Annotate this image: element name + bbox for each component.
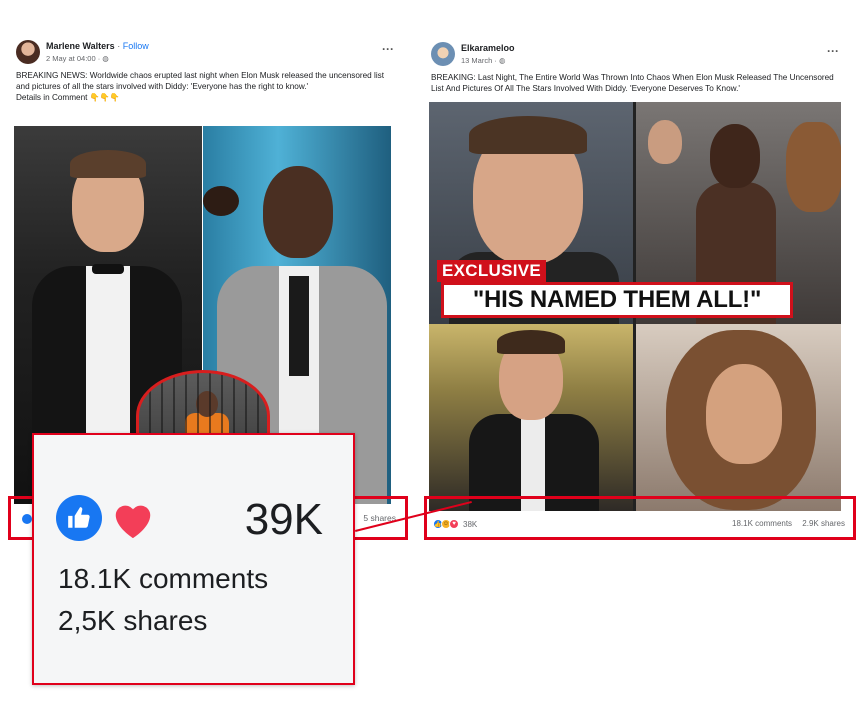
comments-count: 18.1K comments — [58, 563, 269, 594]
details-text: Details in Comment — [16, 93, 88, 102]
photo-woman-crying — [636, 324, 841, 511]
timestamp-text[interactable]: 13 March · — [461, 56, 497, 65]
post-timestamp: 2 May at 04:00 · ◍ — [46, 54, 109, 63]
author-name[interactable]: Elkarameloo — [461, 43, 515, 53]
shares-count: 2,5K shares — [58, 605, 208, 636]
love-reaction-icon — [110, 497, 156, 541]
timestamp-text[interactable]: 2 May at 04:00 · — [46, 54, 100, 63]
follow-link[interactable]: Follow — [123, 41, 149, 51]
like-reaction-icon — [56, 495, 102, 541]
avatar[interactable] — [16, 40, 40, 64]
post-text-main: BREAKING NEWS: Worldwide chaos erupted l… — [16, 71, 385, 91]
author-line: Marlene Walters · Follow — [46, 41, 149, 51]
separator: · — [117, 41, 121, 51]
exclusive-label: EXCLUSIVE — [437, 260, 547, 282]
screenshot-comparison: Marlene Walters · Follow 2 May at 04:00 … — [0, 0, 867, 723]
post-text-main: BREAKING: Last Night, The Entire World W… — [431, 73, 834, 93]
photo-elon-capitol — [429, 324, 633, 511]
reaction-count: 39K — [244, 495, 323, 544]
highlight-box-right — [424, 496, 856, 540]
more-options-icon[interactable]: ··· — [382, 42, 394, 56]
post-timestamp: 13 March · ◍ — [461, 56, 506, 65]
zoomed-engagement-card: 39K 18.1K comments 2,5K shares — [32, 433, 355, 685]
photo-collage-bottom[interactable] — [429, 324, 841, 511]
headline-banner: "HIS NAMED THEM ALL!" — [441, 282, 793, 318]
details-line: Details in Comment 👇👇👇 — [16, 92, 386, 103]
globe-icon: ◍ — [498, 56, 506, 65]
post-header: Marlene Walters · Follow 2 May at 04:00 … — [16, 38, 402, 70]
more-options-icon[interactable]: ··· — [827, 44, 839, 58]
author-name[interactable]: Marlene Walters — [46, 41, 115, 51]
avatar[interactable] — [431, 42, 455, 66]
post-header: Elkarameloo 13 March · ◍ ··· — [431, 40, 847, 72]
pointing-down-emoji: 👇👇👇 — [89, 93, 120, 102]
globe-icon: ◍ — [102, 54, 109, 63]
facebook-post-right: Elkarameloo 13 March · ◍ ··· BREAKING: L… — [425, 32, 853, 540]
post-body: BREAKING NEWS: Worldwide chaos erupted l… — [16, 70, 386, 103]
